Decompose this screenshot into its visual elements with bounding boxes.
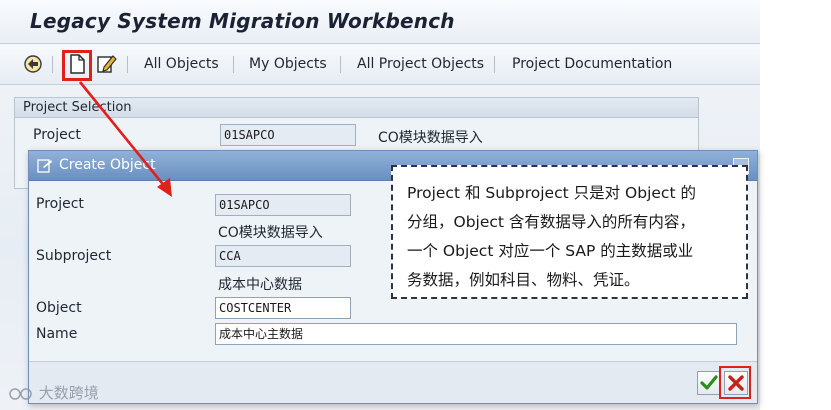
project-documentation-button[interactable]: Project Documentation (512, 56, 672, 72)
dialog-subproject-field[interactable]: CCA (215, 245, 351, 267)
toolbar-separator (340, 56, 341, 73)
dialog-name-label: Name (36, 326, 78, 342)
dialog-object-label: Object (36, 300, 82, 316)
my-objects-button[interactable]: My Objects (249, 56, 327, 72)
cancel-x-icon (728, 375, 744, 391)
project-description: CO模块数据导入 (378, 130, 483, 146)
callout-line: 分组，Object 含有数据导入的所有内容， (407, 213, 695, 231)
project-selection-title: Project Selection (15, 98, 698, 118)
create-button-highlight (62, 50, 92, 81)
toolbar-separator (494, 56, 495, 73)
callout-line: 一个 Object 对应一个 SAP 的主数据或业 (407, 242, 694, 260)
all-project-objects-button[interactable]: All Project Objects (357, 56, 484, 72)
dialog-subproject-description: 成本中心数据 (218, 277, 302, 293)
watermark: 大数跨境 (8, 382, 99, 403)
confirm-button[interactable] (697, 371, 721, 395)
edit-icon[interactable] (95, 53, 117, 75)
dialog-project-label: Project (36, 196, 84, 212)
toolbar-separator (233, 56, 234, 73)
page-title: Legacy System Migration Workbench (30, 9, 455, 33)
toolbar-separator (127, 56, 128, 73)
callout-line: 务数据，例如科目、物料、凭证。 (407, 271, 640, 289)
all-objects-button[interactable]: All Objects (144, 56, 219, 72)
dialog-object-input[interactable]: COSTCENTER (215, 297, 351, 319)
watermark-text: 大数跨境 (38, 384, 99, 402)
callout-line: Project 和 Subproject 只是对 Object 的 (407, 184, 696, 202)
dialog-title: Create Object (59, 157, 156, 173)
watermark-logo-icon (9, 387, 32, 400)
execute-icon[interactable] (22, 53, 44, 75)
application-toolbar: All Objects My Objects All Project Objec… (0, 45, 760, 85)
cancel-button[interactable] (724, 371, 748, 395)
toolbar-separator (52, 56, 53, 73)
dialog-name-input[interactable]: 成本中心主数据 (215, 323, 737, 345)
project-field[interactable]: 01SAPCO (220, 124, 356, 146)
project-label: Project (33, 127, 81, 143)
title-bar: Legacy System Migration Workbench (0, 0, 760, 44)
dialog-project-field[interactable]: 01SAPCO (215, 194, 351, 216)
dialog-project-description: CO模块数据导入 (218, 225, 323, 241)
explanation-callout: Project 和 Subproject 只是对 Object 的 分组，Obj… (391, 165, 748, 299)
dialog-subproject-label: Subproject (36, 248, 112, 264)
dialog-footer (29, 361, 757, 403)
confirm-check-icon (700, 375, 718, 390)
create-object-icon (37, 159, 52, 173)
